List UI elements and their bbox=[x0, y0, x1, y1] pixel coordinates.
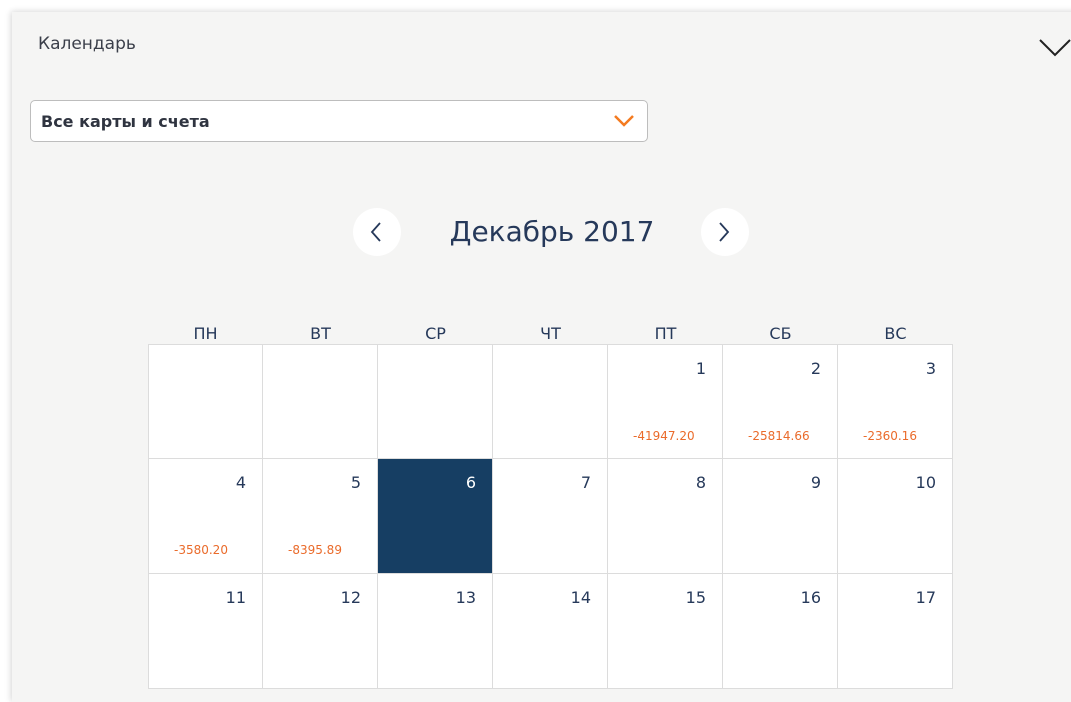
day-number: 9 bbox=[810, 473, 821, 492]
day-number: 7 bbox=[580, 473, 591, 492]
calendar-day[interactable]: 7 bbox=[493, 459, 608, 574]
day-number: 15 bbox=[685, 588, 706, 607]
calendar-day[interactable]: 13 bbox=[378, 574, 493, 689]
calendar-day[interactable]: 9 bbox=[723, 459, 838, 574]
calendar-day[interactable]: 1 -41947.20 bbox=[608, 344, 723, 459]
day-amount: -2360.16 bbox=[863, 429, 917, 443]
next-month-button[interactable] bbox=[701, 208, 749, 256]
weekday-label: СР bbox=[425, 324, 446, 343]
calendar-day[interactable]: 5 -8395.89 bbox=[263, 459, 378, 574]
calendar-day[interactable]: 2 -25814.66 bbox=[723, 344, 838, 459]
calendar-day-selected[interactable]: 6 bbox=[378, 459, 493, 574]
day-amount: -41947.20 bbox=[633, 429, 695, 443]
day-number: 12 bbox=[340, 588, 361, 607]
chevron-down-icon[interactable] bbox=[1038, 36, 1071, 60]
calendar-day[interactable]: 10 bbox=[838, 459, 953, 574]
day-number: 6 bbox=[465, 473, 476, 492]
day-amount: -8395.89 bbox=[288, 543, 342, 557]
day-number: 8 bbox=[695, 473, 706, 492]
weekday-label: ПТ bbox=[654, 324, 677, 343]
weekday-header: ПН ВТ СР ЧТ ПТ СБ ВС bbox=[148, 324, 957, 346]
day-amount: -3580.20 bbox=[174, 543, 228, 557]
account-select[interactable]: Все карты и счета bbox=[30, 100, 648, 142]
weekday-label: ПН bbox=[193, 324, 218, 343]
account-select-value: Все карты и счета bbox=[41, 112, 210, 131]
calendar-day-empty bbox=[378, 344, 493, 459]
chevron-right-icon bbox=[719, 222, 730, 242]
calendar-day-empty bbox=[493, 344, 608, 459]
calendar-day[interactable]: 16 bbox=[723, 574, 838, 689]
panel-title: Календарь bbox=[38, 34, 136, 54]
weekday-label: ЧТ bbox=[540, 324, 561, 343]
day-number: 1 bbox=[695, 359, 706, 378]
day-number: 16 bbox=[800, 588, 821, 607]
weekday-label: ВС bbox=[884, 324, 907, 343]
calendar-day[interactable]: 11 bbox=[148, 574, 263, 689]
day-number: 17 bbox=[915, 588, 936, 607]
weekday-label: СБ bbox=[769, 324, 792, 343]
day-number: 5 bbox=[350, 473, 361, 492]
day-number: 13 bbox=[455, 588, 476, 607]
day-number: 4 bbox=[235, 473, 246, 492]
calendar-day-empty bbox=[148, 344, 263, 459]
chevron-left-icon bbox=[370, 222, 381, 242]
weekday-label: ВТ bbox=[310, 324, 331, 343]
calendar-panel: Календарь Все карты и счета Декабрь 2017… bbox=[12, 12, 1071, 702]
calendar-day[interactable]: 15 bbox=[608, 574, 723, 689]
day-number: 2 bbox=[810, 359, 821, 378]
calendar-day[interactable]: 14 bbox=[493, 574, 608, 689]
day-number: 14 bbox=[570, 588, 591, 607]
day-number: 10 bbox=[915, 473, 936, 492]
calendar-day[interactable]: 4 -3580.20 bbox=[148, 459, 263, 574]
calendar-day[interactable]: 17 bbox=[838, 574, 953, 689]
calendar-day[interactable]: 3 -2360.16 bbox=[838, 344, 953, 459]
chevron-down-icon bbox=[613, 113, 635, 129]
day-amount: -25814.66 bbox=[748, 429, 810, 443]
day-number: 3 bbox=[925, 359, 936, 378]
calendar-day[interactable]: 12 bbox=[263, 574, 378, 689]
prev-month-button[interactable] bbox=[353, 208, 401, 256]
month-title: Декабрь 2017 bbox=[449, 215, 655, 248]
calendar-day-empty bbox=[263, 344, 378, 459]
calendar-day[interactable]: 8 bbox=[608, 459, 723, 574]
day-number: 11 bbox=[225, 588, 246, 607]
